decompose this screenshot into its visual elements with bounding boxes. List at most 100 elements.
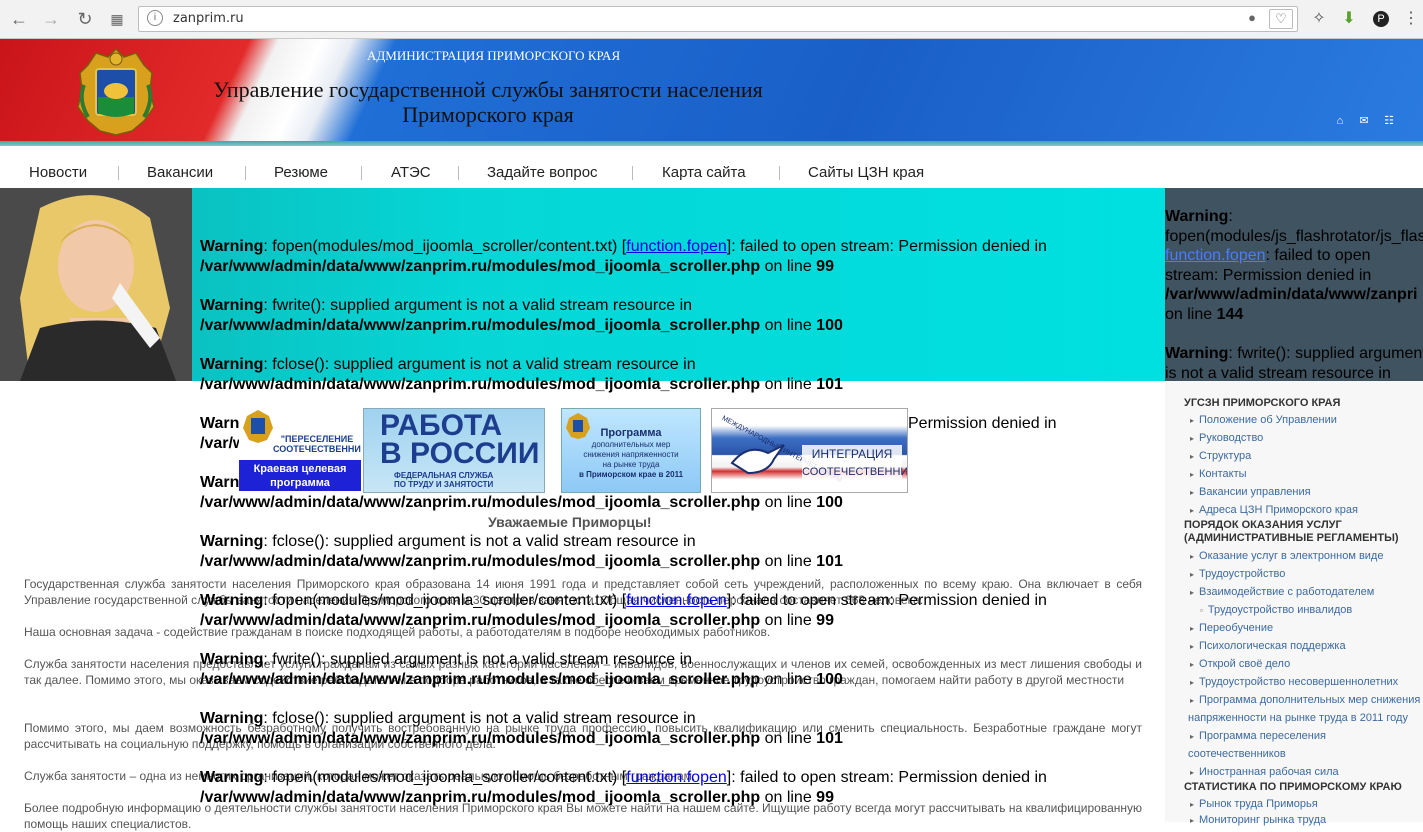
coat-of-arms-emblem — [77, 47, 155, 136]
sidebar-item-youth-employment[interactable]: ▸ Трудоустройство несовершеннолетних — [1190, 675, 1398, 690]
work-in-russia-banner[interactable]: РАБОТА В РОССИИ ФЕДЕРАЛЬНАЯ СЛУЖБА ПО ТР… — [363, 408, 545, 493]
php-warning-fclose: Warning: fclose(): supplied argument is … — [200, 356, 843, 393]
nav-item-apec[interactable]: АТЭС — [391, 164, 431, 181]
php-warning-fopen: Warning: fopen(modules/mod_ijoomla_scrol… — [200, 238, 1047, 275]
nav-item-regional-sites[interactable]: Сайты ЦЗН края — [808, 164, 924, 181]
sidebar-item-regulations[interactable]: ▸ Положение об Управлении — [1190, 413, 1337, 428]
banner-text: ИНТЕГРАЦИЯ — [811, 447, 893, 461]
url-text[interactable]: zanprim.ru — [173, 11, 244, 26]
function-fopen-link[interactable]: function.fopen — [1165, 247, 1266, 264]
sidebar-item-contacts[interactable]: ▸ Контакты — [1190, 467, 1247, 482]
employment-program-2011-banner[interactable]: Программа дополнительных мер снижения на… — [561, 408, 701, 493]
forward-arrow-icon[interactable]: → — [40, 8, 62, 30]
sidebar-item-additional-measures-cont[interactable]: напряженности на рынке труда в 2011 году — [1188, 711, 1408, 725]
hero-banner — [0, 188, 1165, 381]
sidebar-item-department-vacancies[interactable]: ▸ Вакансии управления — [1190, 485, 1311, 500]
nav-separator — [458, 166, 459, 180]
apps-grid-icon[interactable]: ▦ — [106, 8, 128, 30]
sidebar-item-foreign-labor[interactable]: ▸ Иностранная рабочая сила — [1190, 765, 1339, 780]
sidebar-heading-statistics: СТАТИСТИКА ПО ПРИМОРСКОМУ КРАЮ — [1184, 781, 1402, 793]
reload-icon[interactable]: ↻ — [74, 8, 96, 30]
function-fopen-link[interactable]: function.fopen — [626, 238, 727, 255]
php-warning-fclose-repeat2: Warning: fclose(): supplied argument is … — [200, 710, 843, 747]
greeting-heading: Уважаемые Приморцы! — [488, 514, 652, 530]
resettlement-program-banner[interactable]: "ПЕРЕСЕЛЕНИЕ СООТЕЧЕСТВЕННИКОВ" Краевая … — [239, 408, 361, 491]
banner-text: СООТЕЧЕСТВЕННИКОВ — [802, 466, 908, 478]
compatriots-integration-banner[interactable]: МЕЖДУНАРОДНЫЙ ИНТЕРНЕТ-ФОРУМ ИНТЕГРАЦИЯ … — [711, 408, 908, 493]
php-warning-fopen-repeat2: Warning: fopen(modules/mod_ijoomla_scrol… — [200, 769, 1047, 806]
site-header: АДМИНИСТРАЦИЯ ПРИМОРСКОГО КРАЯ Управлени… — [0, 39, 1423, 141]
menu-icon[interactable]: ⋮ — [1400, 8, 1422, 30]
banner-text: В РОССИИ — [380, 437, 540, 470]
nav-separator — [361, 166, 362, 180]
back-arrow-icon[interactable]: ← — [8, 8, 30, 30]
sidebar-menu: УГСЗН ПРИМОРСКОГО КРАЯ ▸ Положение об Упр… — [1165, 381, 1423, 826]
sidebar-heading-services: ПОРЯДОК ОКАЗАНИЯ УСЛУГ (АДМИНИСТРАТИВНЫЕ… — [1184, 519, 1399, 545]
sidebar-item-retraining[interactable]: ▸ Переобучение — [1190, 621, 1273, 636]
nav-item-news[interactable]: Новости — [29, 164, 87, 181]
nav-item-vacancies[interactable]: Вакансии — [147, 164, 213, 181]
operator-photo — [0, 188, 192, 381]
site-info-icon[interactable]: i — [147, 10, 163, 26]
banner-text: в Приморском крае в 2011 — [578, 470, 684, 479]
browser-toolbar: ← → ↻ ▦ i zanprim.ru ● ♡ ✧ ⬇ P ⋮ — [0, 0, 1423, 39]
mail-icon[interactable]: ✉ — [1358, 115, 1370, 127]
php-warning-tail-partial: Permission denied in — [908, 415, 1057, 432]
nav-separator — [245, 166, 246, 180]
sidebar-item-psych-support[interactable]: ▸ Психологическая поддержка — [1190, 639, 1346, 654]
banner-text: дополнительных мер — [591, 440, 671, 449]
sidebar-item-employment[interactable]: ▸ Трудоустройство — [1190, 567, 1285, 582]
sitemap-icon[interactable]: ☷ — [1383, 115, 1395, 127]
php-warning-fwrite-repeat: Warning: fwrite(): supplied argument is … — [200, 651, 843, 688]
sidebar-item-labor-market[interactable]: ▸ Рынок труда Приморья — [1190, 797, 1318, 812]
heart-icon[interactable]: ♡ — [1269, 9, 1293, 29]
nav-item-ask-question[interactable]: Задайте вопрос — [487, 164, 598, 181]
banner-text: снижения напряженности — [583, 450, 679, 459]
home-icon[interactable]: ⌂ — [1334, 115, 1346, 127]
nav-separator — [632, 166, 633, 180]
agency-title-line1: Управление государственной службы занято… — [213, 77, 763, 102]
sidebar-item-structure[interactable]: ▸ Структура — [1190, 449, 1251, 464]
download-icon[interactable]: ⬇ — [1338, 8, 1360, 30]
banner-text: программа — [270, 477, 330, 489]
function-fopen-link[interactable]: function.fopen — [626, 769, 727, 786]
main-nav: Новости Вакансии Резюме АТЭС Задайте воп… — [0, 146, 1423, 188]
function-fopen-link[interactable]: function.fopen — [626, 592, 727, 609]
agency-title: Управление государственной службы занято… — [188, 77, 788, 127]
php-warning-fwrite: Warning: fwrite(): supplied argument is … — [200, 297, 843, 334]
sidebar-item-e-services[interactable]: ▸ Оказание услуг в электронном виде — [1190, 549, 1383, 564]
php-warning-fopen-repeat: Warning: fopen(modules/mod_ijoomla_scrol… — [200, 592, 1047, 629]
sidebar-item-management[interactable]: ▸ Руководство — [1190, 431, 1263, 446]
banner-text: на рынке труда — [602, 460, 660, 469]
sidebar-heading-line: ПОРЯДОК ОКАЗАНИЯ УСЛУГ — [1184, 519, 1342, 531]
sidebar-item-additional-measures[interactable]: ▸ Программа дополнительных мер снижения — [1190, 693, 1420, 708]
sidebar-item-employer-interaction[interactable]: ▸ Взаимодействие с работодателем — [1190, 585, 1374, 600]
extension-icon[interactable]: ✧ — [1308, 8, 1330, 30]
banner-text: СООТЕЧЕСТВЕННИКОВ" — [273, 444, 361, 454]
dove-icon — [730, 444, 785, 475]
nav-item-resume[interactable]: Резюме — [274, 164, 328, 181]
agency-title-line2: Приморского края — [402, 102, 574, 127]
sidebar-item-start-business[interactable]: ▸ Открой своё дело — [1190, 657, 1290, 672]
sidebar-item-monitoring[interactable]: ▸ Мониторинг рынка труда — [1190, 813, 1326, 828]
banner-text: Программа — [600, 427, 662, 439]
administration-label: АДМИНИСТРАЦИЯ ПРИМОРСКОГО КРАЯ — [367, 48, 621, 63]
php-warning-fclose-repeat: Warning: fclose(): supplied argument is … — [200, 533, 843, 570]
nav-item-sitemap[interactable]: Карта сайта — [662, 164, 746, 181]
sidebar-subitem-disabled-employment[interactable]: ▫ Трудоустройство инвалидов — [1200, 603, 1352, 618]
lightbulb-icon[interactable]: ● — [1241, 9, 1263, 27]
nav-separator — [118, 166, 119, 180]
sidebar-heading-department: УГСЗН ПРИМОРСКОГО КРАЯ — [1184, 397, 1341, 409]
sidebar-heading-line: (АДМИНИСТРАТИВНЫЕ РЕГЛАМЕНТЫ) — [1184, 532, 1399, 544]
banner-text: "ПЕРЕСЕЛЕНИЕ — [280, 434, 354, 444]
banner-text: ФЕДЕРАЛЬНАЯ СЛУЖБА — [394, 471, 494, 480]
profile-icon[interactable]: P — [1370, 8, 1392, 30]
php-warning-flashrotator: Warning: fopen(modules/js_flashrotator/j… — [1165, 208, 1423, 382]
coat-of-arms-emblem — [243, 410, 273, 443]
sidebar-item-resettlement[interactable]: ▸ Программа переселения — [1190, 729, 1326, 744]
nav-separator — [779, 166, 780, 180]
address-bar[interactable]: i zanprim.ru ● ♡ — [138, 6, 1298, 32]
sidebar-item-resettlement-cont[interactable]: соотечественников — [1188, 747, 1286, 761]
banner-text: Краевая целевая — [253, 463, 347, 475]
sidebar-item-center-addresses[interactable]: ▸ Адреса ЦЗН Приморского края — [1190, 503, 1358, 518]
